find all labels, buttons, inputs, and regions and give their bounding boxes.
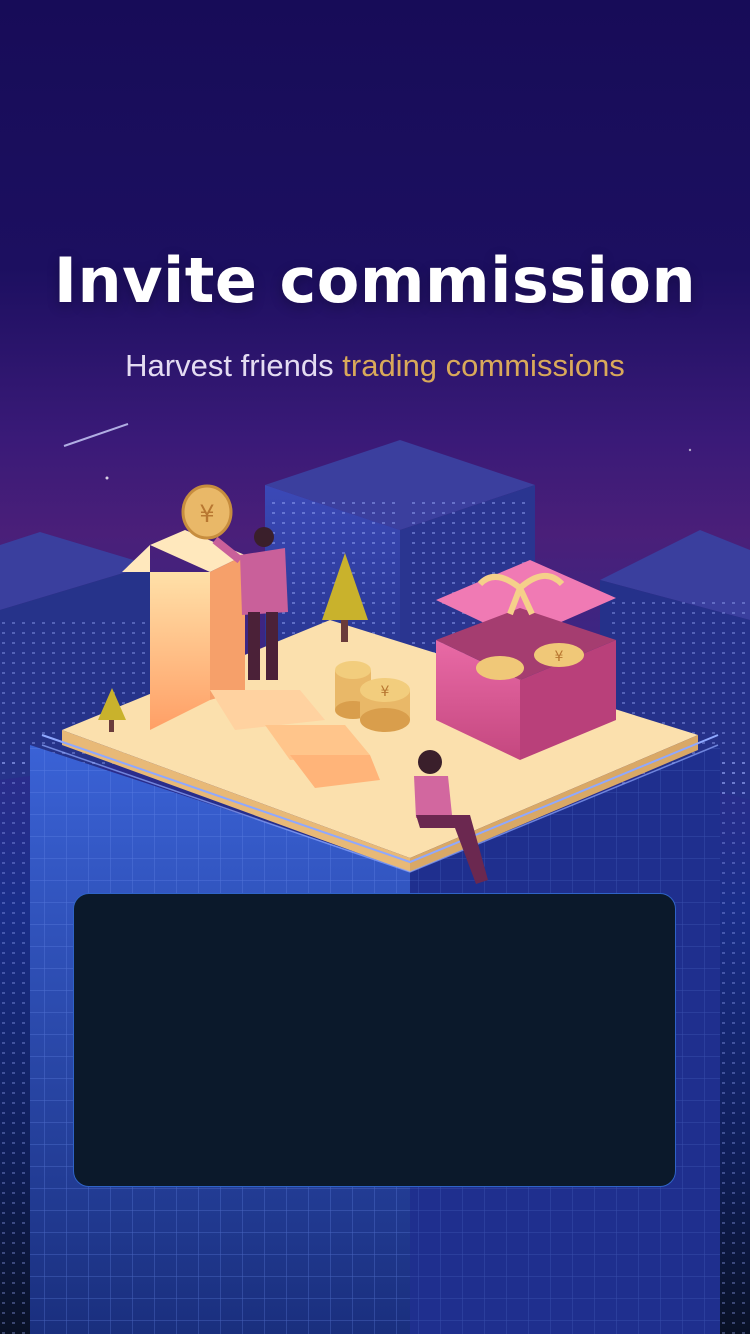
coin-icon: ¥	[181, 484, 233, 540]
invite-commission-page: Invite commission Harvest friends tradin…	[0, 0, 750, 1334]
svg-text:¥: ¥	[381, 684, 390, 700]
page-title: Invite commission	[53, 244, 697, 317]
svg-text:¥: ¥	[199, 500, 214, 528]
subtitle-accent-text: trading commissions	[342, 348, 625, 383]
page-subtitle: Harvest friends trading commissions	[0, 348, 750, 384]
subtitle-plain-text: Harvest friends	[125, 348, 334, 383]
svg-text:¥: ¥	[555, 649, 564, 665]
hero-illustration: ¥ ¥ ¥	[0, 423, 750, 1334]
shooting-star	[63, 423, 129, 447]
content-card	[73, 893, 676, 1187]
gift-box-icon: ¥	[436, 560, 616, 760]
